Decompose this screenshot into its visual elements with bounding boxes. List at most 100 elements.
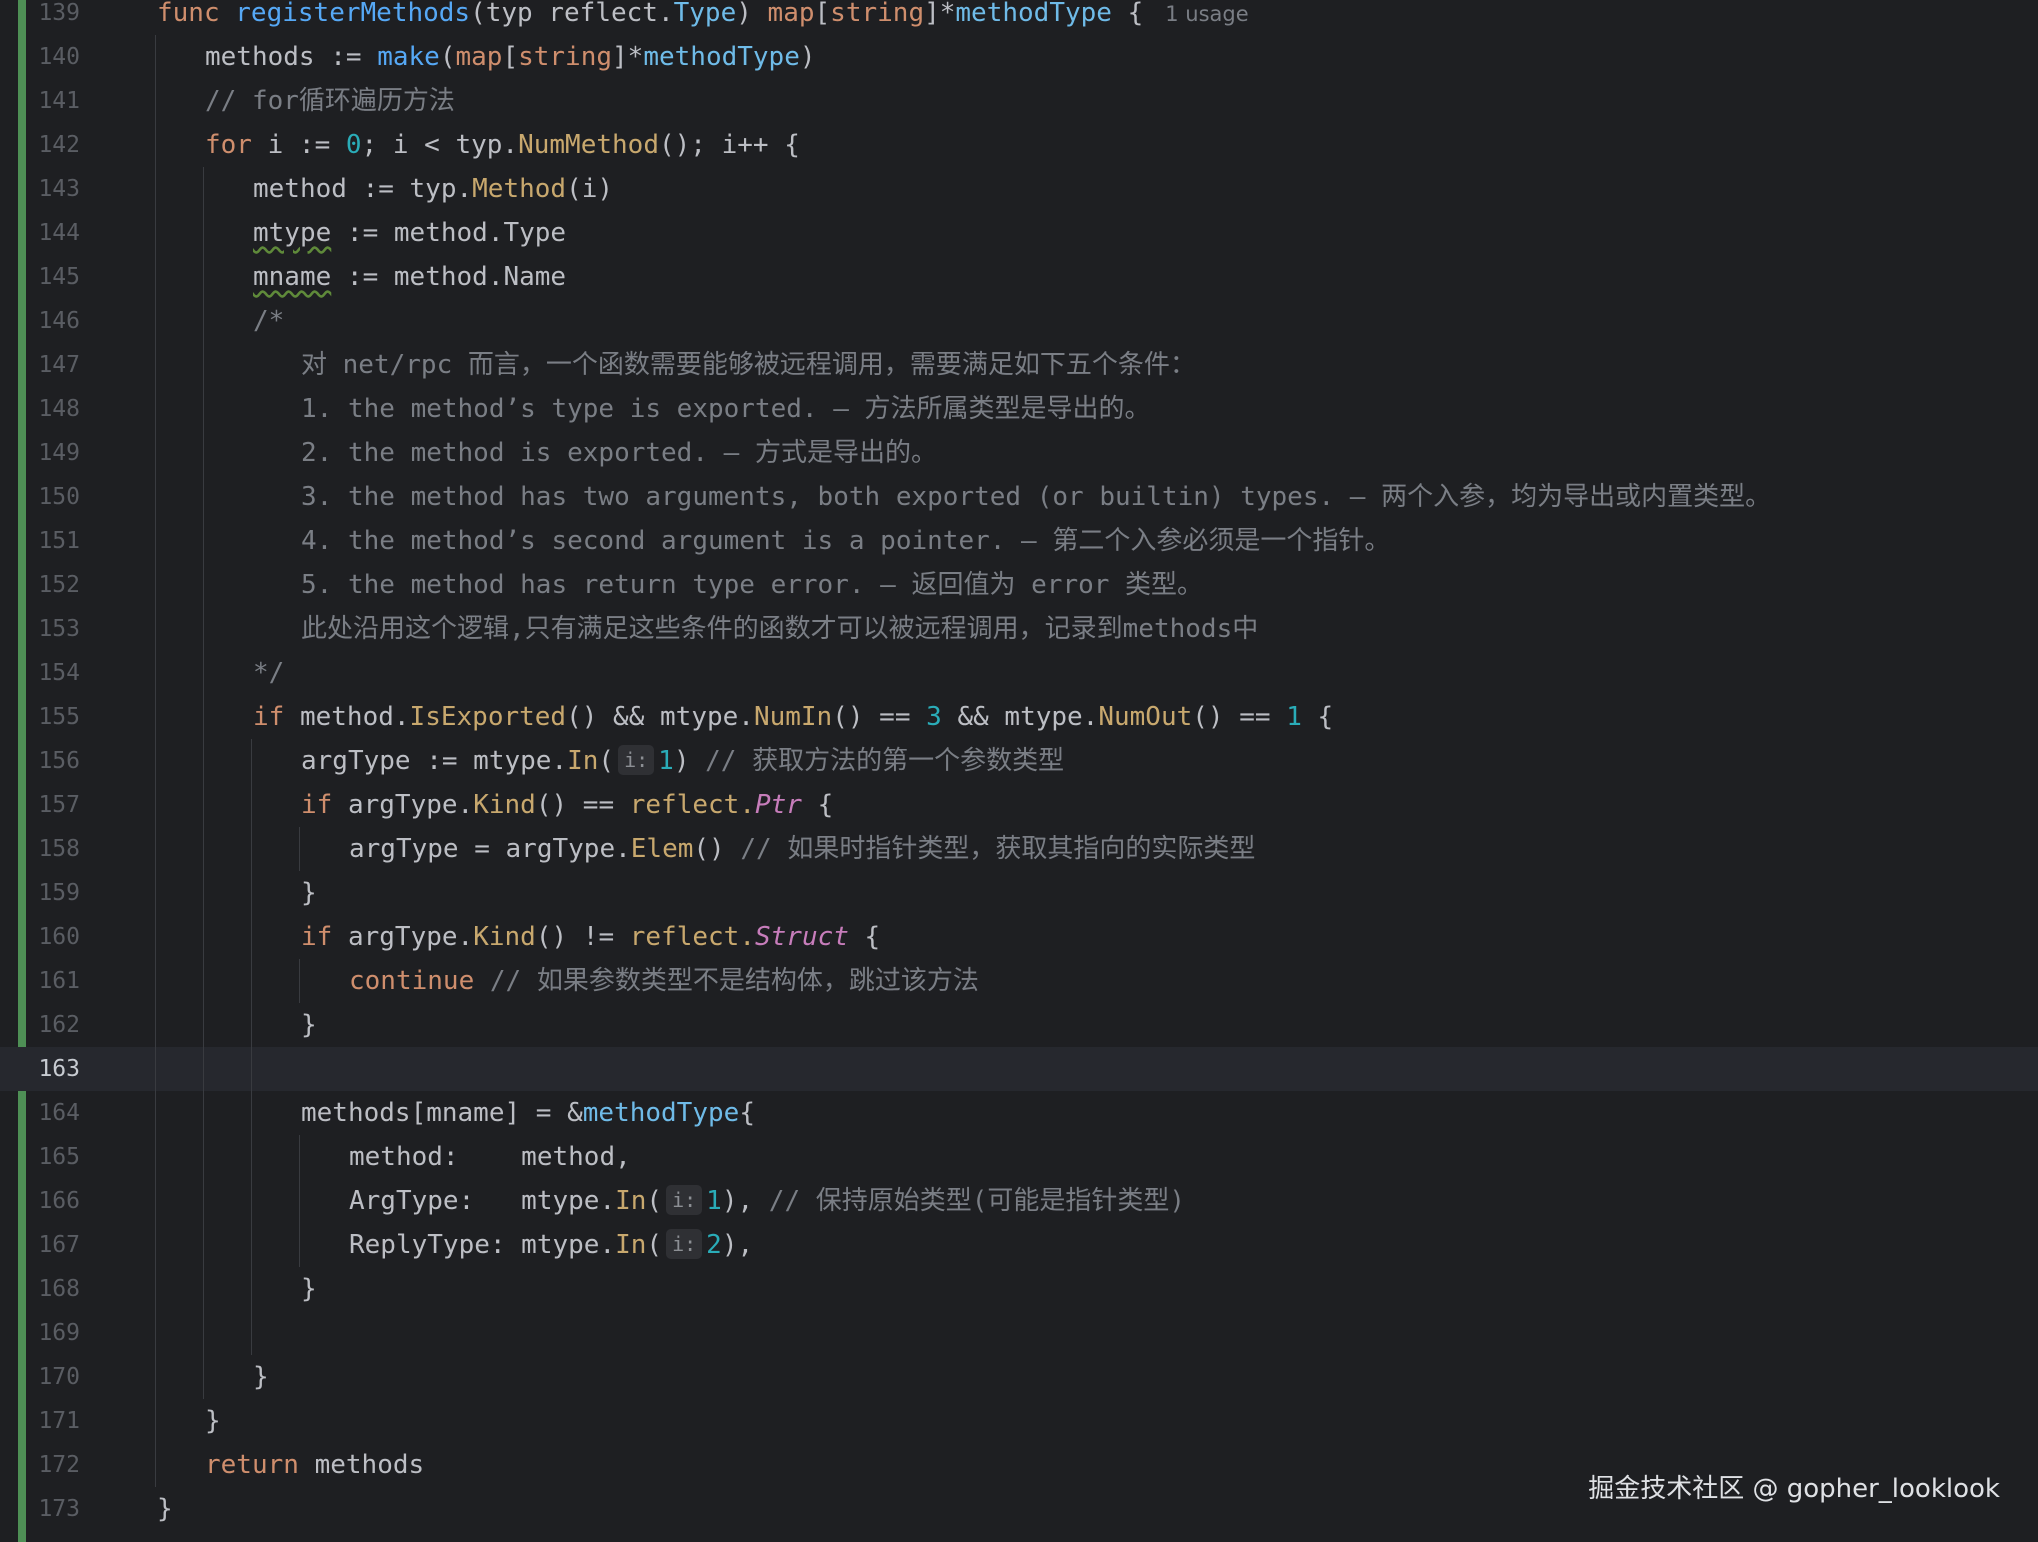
line-number[interactable]: 161 (26, 959, 80, 1003)
code-keyword: continue (349, 966, 475, 996)
indent-guide (299, 959, 300, 1003)
line-number[interactable]: 173 (26, 1487, 80, 1531)
code-text: // for循环遍历方法 (205, 79, 455, 123)
code-text: method := typ.Method(i) (253, 167, 613, 211)
code-line[interactable]: 157 if argType.Kind() == reflect.Ptr { (0, 783, 2038, 827)
code-editor[interactable]: 139 func registerMethods(typ reflect.Type… (0, 0, 2038, 1542)
code-token: } (301, 1010, 317, 1040)
code-line[interactable]: 169 (0, 1311, 2038, 1355)
code-comment: 此处沿用这个逻辑,只有满足这些条件的函数才可以被远程调用，记录到methods中 (301, 614, 1259, 644)
code-line[interactable]: 165 method: method, (0, 1135, 2038, 1179)
line-number[interactable]: 153 (26, 607, 80, 651)
line-number[interactable]: 139 (26, 0, 80, 35)
line-number[interactable]: 140 (26, 35, 80, 79)
code-line[interactable]: 141 // for循环遍历方法 (0, 79, 2038, 123)
code-number: 1 (1286, 702, 1302, 732)
code-line[interactable]: 161 continue // 如果参数类型不是结构体，跳过该方法 (0, 959, 2038, 1003)
line-number[interactable]: 149 (26, 431, 80, 475)
line-number[interactable]: 142 (26, 123, 80, 167)
line-number[interactable]: 165 (26, 1135, 80, 1179)
line-number[interactable]: 144 (26, 211, 80, 255)
code-comment: // 如果参数类型不是结构体，跳过该方法 (489, 966, 979, 996)
code-line[interactable]: 145 mname := method.Name (0, 255, 2038, 299)
code-token: (i) (566, 174, 614, 204)
code-token: { (801, 790, 834, 820)
code-keyword: string (830, 0, 925, 28)
line-number[interactable]: 170 (26, 1355, 80, 1399)
code-line[interactable]: 153 此处沿用这个逻辑,只有满足这些条件的函数才可以被远程调用，记录到metho… (0, 607, 2038, 651)
code-line[interactable]: 139 func registerMethods(typ reflect.Type… (0, 0, 2038, 35)
line-number[interactable]: 147 (26, 343, 80, 387)
code-line[interactable]: 155 if method.IsExported() && mtype.NumIn… (0, 695, 2038, 739)
watermark: 掘金技术社区 @ gopher_looklook (1588, 1474, 2000, 1504)
line-number[interactable]: 151 (26, 519, 80, 563)
line-number[interactable]: 171 (26, 1399, 80, 1443)
code-comment: // 如果时指针类型，获取其指向的实际类型 (740, 834, 1256, 864)
line-number[interactable]: 164 (26, 1091, 80, 1135)
code-line[interactable]: 147 对 net/rpc 而言，一个函数需要能够被远程调用，需要满足如下五个条件… (0, 343, 2038, 387)
method-call: In (615, 1186, 647, 1216)
code-line[interactable]: 142 for i := 0; i < typ.NumMethod(); i++ … (0, 123, 2038, 167)
code-comment: /* (253, 306, 285, 336)
code-token: method := typ. (253, 174, 473, 204)
code-line[interactable]: 144 mtype := method.Type (0, 211, 2038, 255)
line-number[interactable]: 159 (26, 871, 80, 915)
code-line[interactable]: 143 method := typ.Method(i) (0, 167, 2038, 211)
line-number[interactable]: 146 (26, 299, 80, 343)
code-line[interactable]: 158 argType = argType.Elem() // 如果时指针类型，获… (0, 827, 2038, 871)
code-token: } (205, 1406, 221, 1436)
code-line[interactable]: 168} (0, 1267, 2038, 1311)
line-number[interactable]: 162 (26, 1003, 80, 1047)
code-token: () == (535, 790, 630, 820)
line-number[interactable]: 141 (26, 79, 80, 123)
code-line[interactable]: 162} (0, 1003, 2038, 1047)
code-line[interactable]: 170} (0, 1355, 2038, 1399)
code-text: mtype := method.Type (253, 211, 566, 255)
line-number[interactable]: 148 (26, 387, 80, 431)
line-number[interactable]: 163 (26, 1047, 80, 1091)
method-call: Kind (473, 922, 536, 952)
line-number[interactable]: 160 (26, 915, 80, 959)
line-number[interactable]: 152 (26, 563, 80, 607)
code-line[interactable]: 152 5. the method has return type error. … (0, 563, 2038, 607)
code-line[interactable]: 159} (0, 871, 2038, 915)
line-number[interactable]: 157 (26, 783, 80, 827)
line-number[interactable]: 145 (26, 255, 80, 299)
code-keyword: if (301, 922, 333, 952)
code-line[interactable]: 151 4. the method’s second argument is a … (0, 519, 2038, 563)
line-number[interactable]: 150 (26, 475, 80, 519)
line-number[interactable]: 167 (26, 1223, 80, 1267)
line-number[interactable]: 154 (26, 651, 80, 695)
line-number[interactable]: 168 (26, 1267, 80, 1311)
code-line[interactable]: 140 methods := make(map[string]*methodTyp… (0, 35, 2038, 79)
package-name: reflect. (629, 922, 755, 952)
code-line[interactable]: 149 2. the method is exported. – 方式是导出的。 (0, 431, 2038, 475)
code-number: 2 (706, 1230, 722, 1260)
line-number[interactable]: 169 (26, 1311, 80, 1355)
code-text: argType = argType.Elem() // 如果时指针类型，获取其指… (349, 827, 1255, 871)
code-line[interactable]: 167 ReplyType: mtype.In(i: 2), (0, 1223, 2038, 1267)
line-number[interactable]: 143 (26, 167, 80, 211)
type-name: methodType (955, 0, 1112, 28)
code-line[interactable]: 166 ArgType: mtype.In(i: 1), // 保持原始类型(可能是… (0, 1179, 2038, 1223)
code-line[interactable]: 150 3. the method has two arguments, both… (0, 475, 2038, 519)
line-number[interactable]: 156 (26, 739, 80, 783)
code-line[interactable]: 163 (0, 1047, 2038, 1091)
unused-variable: mname (253, 262, 332, 292)
line-number[interactable]: 166 (26, 1179, 80, 1223)
code-line[interactable]: 148 1. the method’s type is exported. – 方… (0, 387, 2038, 431)
code-line[interactable]: 154 */ (0, 651, 2038, 695)
line-number[interactable]: 158 (26, 827, 80, 871)
code-line[interactable]: 146 /* (0, 299, 2038, 343)
line-number[interactable]: 155 (26, 695, 80, 739)
code-token: } (253, 1362, 269, 1392)
code-line[interactable]: 164 methods[mname] = &methodType{ (0, 1091, 2038, 1135)
code-line[interactable]: 160 if argType.Kind() != reflect.Struct { (0, 915, 2038, 959)
line-number[interactable]: 172 (26, 1443, 80, 1487)
code-text: if argType.Kind() == reflect.Ptr { (301, 783, 833, 827)
code-line[interactable]: 171} (0, 1399, 2038, 1443)
code-line[interactable]: 156 argType := mtype.In(i: 1) // 获取方法的第一个参… (0, 739, 2038, 783)
method-call: NumOut (1098, 702, 1193, 732)
usage-count-hint[interactable]: 1 usage (1165, 2, 1248, 26)
code-token: ReplyType: mtype. (349, 1230, 616, 1260)
